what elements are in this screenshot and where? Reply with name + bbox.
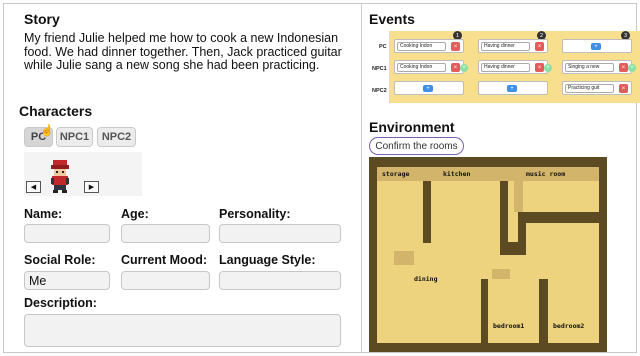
story-heading: Story (24, 11, 60, 27)
story-text[interactable]: My friend Julie helped me how to cook a … (24, 31, 354, 73)
add-event-column-button[interactable]: + (460, 64, 468, 72)
delete-icon[interactable]: × (451, 63, 460, 72)
mood-label: Current Mood: (121, 253, 208, 267)
music-wall-shade (514, 181, 523, 212)
social-role-input[interactable]: Me (24, 271, 110, 290)
hallway-shade (492, 269, 510, 279)
next-sprite-button[interactable]: ▶ (84, 181, 99, 193)
sprite-selector: ◀ ▶ (24, 152, 142, 196)
description-label: Description: (24, 296, 97, 310)
room-label-bedroom2: bedroom2 (553, 322, 585, 330)
room-label-bedroom1: bedroom1 (493, 322, 525, 330)
personality-label: Personality: (219, 207, 291, 221)
delete-icon[interactable]: × (535, 63, 544, 72)
description-input[interactable] (24, 314, 341, 347)
add-event-column-button[interactable]: + (628, 64, 636, 72)
mood-input[interactable] (121, 271, 210, 290)
name-label: Name: (24, 207, 63, 221)
room-label-dining: dining (414, 275, 438, 283)
tab-npc2[interactable]: NPC2 (97, 127, 136, 147)
add-event-button[interactable]: + (507, 85, 517, 92)
panel-divider (361, 4, 362, 352)
name-input[interactable] (24, 224, 110, 243)
event-slot-pc: Cooking Indon × (394, 39, 464, 53)
room-bedroom1 (488, 279, 539, 343)
event-row-label-pc: PC (379, 44, 387, 50)
event-input[interactable]: Having dinner (481, 63, 530, 72)
delete-icon[interactable]: × (535, 42, 544, 51)
delete-icon[interactable]: × (451, 42, 460, 51)
delete-icon[interactable]: × (619, 84, 628, 93)
confirm-rooms-button[interactable]: Confirm the rooms (369, 137, 464, 155)
event-slot-pc: + (562, 39, 632, 53)
event-slot-npc1: Singing a new × (562, 60, 632, 74)
event-input[interactable]: Practicing guit (565, 84, 614, 93)
add-event-button[interactable]: + (423, 85, 433, 92)
event-input[interactable]: Cooking Indon (397, 42, 446, 51)
event-input[interactable]: Having dinner (481, 42, 530, 51)
character-sprite-icon (51, 160, 69, 193)
event-slot-pc: Having dinner × (478, 39, 548, 53)
language-style-input[interactable] (219, 271, 341, 290)
age-label: Age: (121, 207, 149, 221)
event-row-label-npc2: NPC2 (372, 88, 387, 94)
room-bedroom2 (548, 279, 599, 343)
social-role-label: Social Role: (24, 253, 96, 267)
language-style-label: Language Style: (219, 253, 316, 267)
hand-pointer-icon: ☝ (40, 125, 54, 137)
event-input[interactable]: Singing a new (565, 63, 614, 72)
room-label-kitchen: kitchen (443, 170, 471, 178)
corridor-a (508, 212, 518, 242)
wall-top-band (377, 167, 599, 181)
room-map[interactable]: storage kitchen music room dining bedroo… (369, 157, 607, 352)
age-input[interactable] (121, 224, 210, 243)
add-event-column-button[interactable]: + (544, 64, 552, 72)
tab-npc1[interactable]: NPC1 (56, 127, 93, 147)
event-slot-npc1: Having dinner × (478, 60, 548, 74)
event-row-label-npc1: NPC1 (372, 66, 387, 72)
events-heading: Events (369, 11, 415, 27)
add-event-button[interactable]: + (591, 43, 601, 50)
event-slot-npc1: Cooking Indon × (394, 60, 464, 74)
delete-icon[interactable]: × (619, 63, 628, 72)
event-input[interactable]: Cooking Indon (397, 63, 446, 72)
environment-heading: Environment (369, 119, 455, 135)
room-label-storage: storage (382, 170, 410, 178)
characters-heading: Characters (19, 103, 93, 119)
room-music-lower (526, 223, 599, 255)
room-label-music: music room (526, 170, 566, 178)
dining-shade (394, 251, 414, 265)
personality-input[interactable] (219, 224, 341, 243)
prev-sprite-button[interactable]: ◀ (26, 181, 41, 193)
event-slot-npc2: + (394, 81, 464, 95)
event-slot-npc2: + (478, 81, 548, 95)
event-slot-npc2: Practicing guit × (562, 81, 632, 95)
